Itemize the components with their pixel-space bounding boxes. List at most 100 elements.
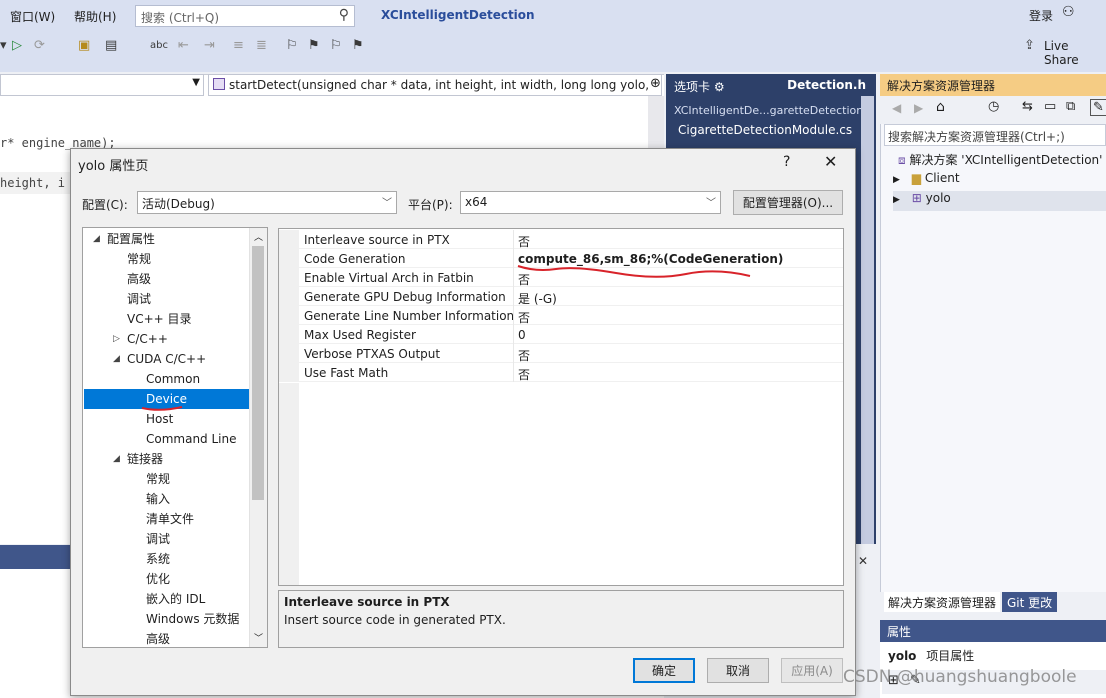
account-icon[interactable]: ⚇ bbox=[1062, 4, 1075, 20]
tree-scroll-thumb[interactable] bbox=[252, 246, 264, 500]
tree-item-general[interactable]: 常规 bbox=[127, 249, 151, 269]
scroll-up-icon[interactable]: ︿ bbox=[254, 230, 263, 243]
editor-scope-dropdown[interactable]: ▼ bbox=[0, 74, 204, 96]
config-select[interactable]: 活动(Debug) ﹀ bbox=[137, 191, 397, 214]
comment-icon[interactable]: ≡ bbox=[233, 38, 244, 53]
collapse-icon[interactable]: ◢ bbox=[93, 234, 100, 244]
next-bookmark-icon[interactable]: ⚐ bbox=[330, 38, 342, 53]
tree-item-linker-winmd[interactable]: Windows 元数据 bbox=[146, 609, 239, 629]
property-value[interactable]: 否 bbox=[518, 233, 530, 250]
tree-item-linker-debug[interactable]: 调试 bbox=[146, 529, 170, 549]
forward-icon[interactable]: ▶ bbox=[914, 101, 923, 115]
property-row[interactable]: Verbose PTXAS Output 否 bbox=[279, 344, 843, 363]
property-row[interactable]: Use Fast Math 否 bbox=[279, 363, 843, 382]
config-manager-button[interactable]: 配置管理器(O)... bbox=[733, 190, 843, 215]
indent-icon[interactable]: ⇤ bbox=[178, 38, 189, 53]
clear-bookmark-icon[interactable]: ⚑ bbox=[352, 38, 364, 53]
project-node-client[interactable]: ▶ ▆ Client bbox=[893, 171, 960, 185]
sync-icon[interactable]: ⇆ bbox=[1022, 99, 1033, 114]
property-row[interactable]: Max Used Register 0 bbox=[279, 325, 843, 344]
menu-help[interactable]: 帮助(H) bbox=[74, 8, 116, 25]
expand-icon[interactable]: ▶ bbox=[893, 195, 900, 205]
tree-item-cuda-cmdline[interactable]: Command Line bbox=[146, 429, 237, 449]
prev-bookmark-icon[interactable]: ⚑ bbox=[308, 38, 320, 53]
tree-item-config-props[interactable]: 配置属性 bbox=[107, 229, 155, 249]
property-value[interactable]: 否 bbox=[518, 366, 530, 383]
property-row[interactable]: Generate Line Number Information 否 bbox=[279, 306, 843, 325]
tab-list-item[interactable]: XCIntelligentDe...garetteDetection bbox=[674, 104, 863, 117]
property-tree[interactable]: ◢ 配置属性 常规 高级 调试 VC++ 目录 ▷ C/C++ ◢ CUDA C… bbox=[82, 227, 268, 648]
project-node-yolo[interactable]: ▶ ⊞ yolo bbox=[893, 191, 1106, 211]
tree-item-vc-dirs[interactable]: VC++ 目录 bbox=[127, 309, 192, 329]
tree-item-linker-system[interactable]: 系统 bbox=[146, 549, 170, 569]
property-value[interactable]: 是 (-G) bbox=[518, 290, 557, 307]
close-icon[interactable]: ✕ bbox=[858, 554, 868, 568]
start-debug-icon[interactable]: ▷ bbox=[12, 38, 22, 53]
tree-item-linker-idl[interactable]: 嵌入的 IDL bbox=[146, 589, 205, 609]
active-file-tab[interactable]: Detection.h bbox=[787, 78, 866, 92]
tab-git-changes[interactable]: Git 更改 bbox=[1002, 592, 1058, 612]
outdent-icon[interactable]: ⇥ bbox=[204, 38, 215, 53]
home-icon[interactable]: ⌂ bbox=[936, 99, 945, 115]
tree-item-linker-manifest[interactable]: 清单文件 bbox=[146, 509, 194, 529]
help-icon[interactable]: ? bbox=[783, 154, 790, 170]
search-icon[interactable]: ⚲ bbox=[339, 7, 349, 23]
expand-icon[interactable]: ▷ bbox=[113, 334, 120, 344]
bookmark-icon[interactable]: ⚐ bbox=[286, 38, 298, 53]
property-name: Interleave source in PTX bbox=[304, 233, 450, 247]
properties-icon[interactable]: ✎ bbox=[1090, 99, 1106, 116]
collapse-icon[interactable]: ◢ bbox=[113, 354, 120, 364]
property-value[interactable]: 0 bbox=[518, 328, 526, 342]
tabs-scrollbar[interactable] bbox=[861, 96, 874, 544]
tree-item-cpp[interactable]: C/C++ bbox=[127, 329, 168, 349]
layout-icon[interactable]: ▤ bbox=[105, 38, 117, 53]
close-icon[interactable]: ✕ bbox=[824, 152, 837, 171]
property-row[interactable]: Generate GPU Debug Information 是 (-G) bbox=[279, 287, 843, 306]
expand-icon[interactable]: ▶ bbox=[893, 175, 900, 185]
solution-node[interactable]: ⧈ 解决方案 'XCIntelligentDetection' bbox=[898, 151, 1102, 168]
menu-window[interactable]: 窗口(W) bbox=[10, 8, 55, 25]
live-share-label[interactable]: Live Share bbox=[1044, 39, 1106, 67]
property-value[interactable]: 否 bbox=[518, 347, 530, 364]
history-icon[interactable]: ◷ bbox=[988, 99, 999, 114]
login-link[interactable]: 登录 bbox=[1029, 7, 1053, 24]
solution-toolbar: ◀ ▶ ⌂ ◷ ⇆ ▭ ⧉ ✎ bbox=[880, 96, 1106, 124]
tree-item-linker-advanced[interactable]: 高级 bbox=[146, 629, 170, 647]
spellcheck-icon[interactable]: abc bbox=[150, 40, 168, 51]
collapse-icon[interactable]: ◢ bbox=[113, 454, 120, 464]
search-input[interactable]: 搜索 (Ctrl+Q) ⚲ bbox=[135, 5, 355, 27]
collapse-icon[interactable]: ▭ bbox=[1044, 99, 1056, 114]
property-value[interactable]: 否 bbox=[518, 309, 530, 326]
apply-button[interactable]: 应用(A) bbox=[781, 658, 843, 683]
tree-item-linker-general[interactable]: 常规 bbox=[146, 469, 170, 489]
description-text: Insert source code in generated PTX. bbox=[284, 613, 506, 627]
folder-icon[interactable]: ▣ bbox=[78, 38, 90, 53]
tab-list-item[interactable]: CigaretteDetectionModule.cs bbox=[678, 123, 852, 137]
properties-subtitle: 项目属性 bbox=[926, 649, 975, 663]
tab-solution-explorer[interactable]: 解决方案资源管理器 bbox=[884, 592, 1001, 612]
ok-button[interactable]: 确定 bbox=[633, 658, 695, 683]
scroll-down-icon[interactable]: ﹀ bbox=[254, 631, 263, 644]
editor-member-dropdown[interactable]: startDetect(unsigned char * data, int he… bbox=[208, 74, 662, 96]
tree-item-linker-input[interactable]: 输入 bbox=[146, 489, 170, 509]
tree-item-advanced[interactable]: 高级 bbox=[127, 269, 151, 289]
property-row[interactable]: Interleave source in PTX 否 bbox=[279, 230, 843, 249]
tree-item-linker-optimize[interactable]: 优化 bbox=[146, 569, 170, 589]
live-share-icon[interactable]: ⇪ bbox=[1024, 38, 1035, 53]
back-icon[interactable]: ◀ bbox=[892, 101, 901, 115]
tree-item-linker[interactable]: 链接器 bbox=[127, 449, 163, 469]
property-name: Max Used Register bbox=[304, 328, 416, 342]
tree-item-debugging[interactable]: 调试 bbox=[127, 289, 151, 309]
platform-select[interactable]: x64 ﹀ bbox=[460, 191, 721, 214]
dropdown-icon[interactable]: ▾ bbox=[0, 38, 7, 53]
config-label: 配置(C): bbox=[82, 198, 128, 212]
split-icon[interactable]: ⊕ bbox=[650, 76, 661, 91]
tree-item-cuda[interactable]: CUDA C/C++ bbox=[127, 349, 206, 369]
uncomment-icon[interactable]: ≣ bbox=[256, 38, 267, 53]
property-name: Use Fast Math bbox=[304, 366, 389, 380]
run-icon[interactable]: ⟳ bbox=[34, 38, 45, 53]
show-all-icon[interactable]: ⧉ bbox=[1066, 99, 1075, 114]
tree-item-cuda-common[interactable]: Common bbox=[146, 369, 200, 389]
solution-search-input[interactable]: 搜索解决方案资源管理器(Ctrl+;) bbox=[884, 124, 1106, 146]
cancel-button[interactable]: 取消 bbox=[707, 658, 769, 683]
